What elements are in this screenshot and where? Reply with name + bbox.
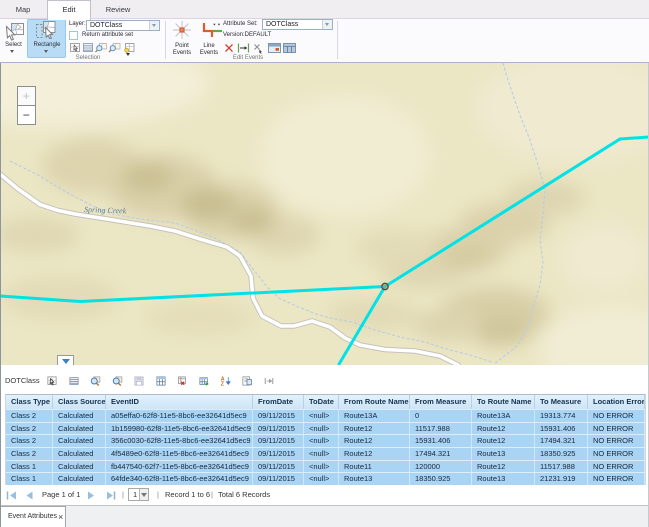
svg-text:Z: Z (220, 381, 224, 387)
svg-text:Spring Creek: Spring Creek (84, 205, 127, 215)
